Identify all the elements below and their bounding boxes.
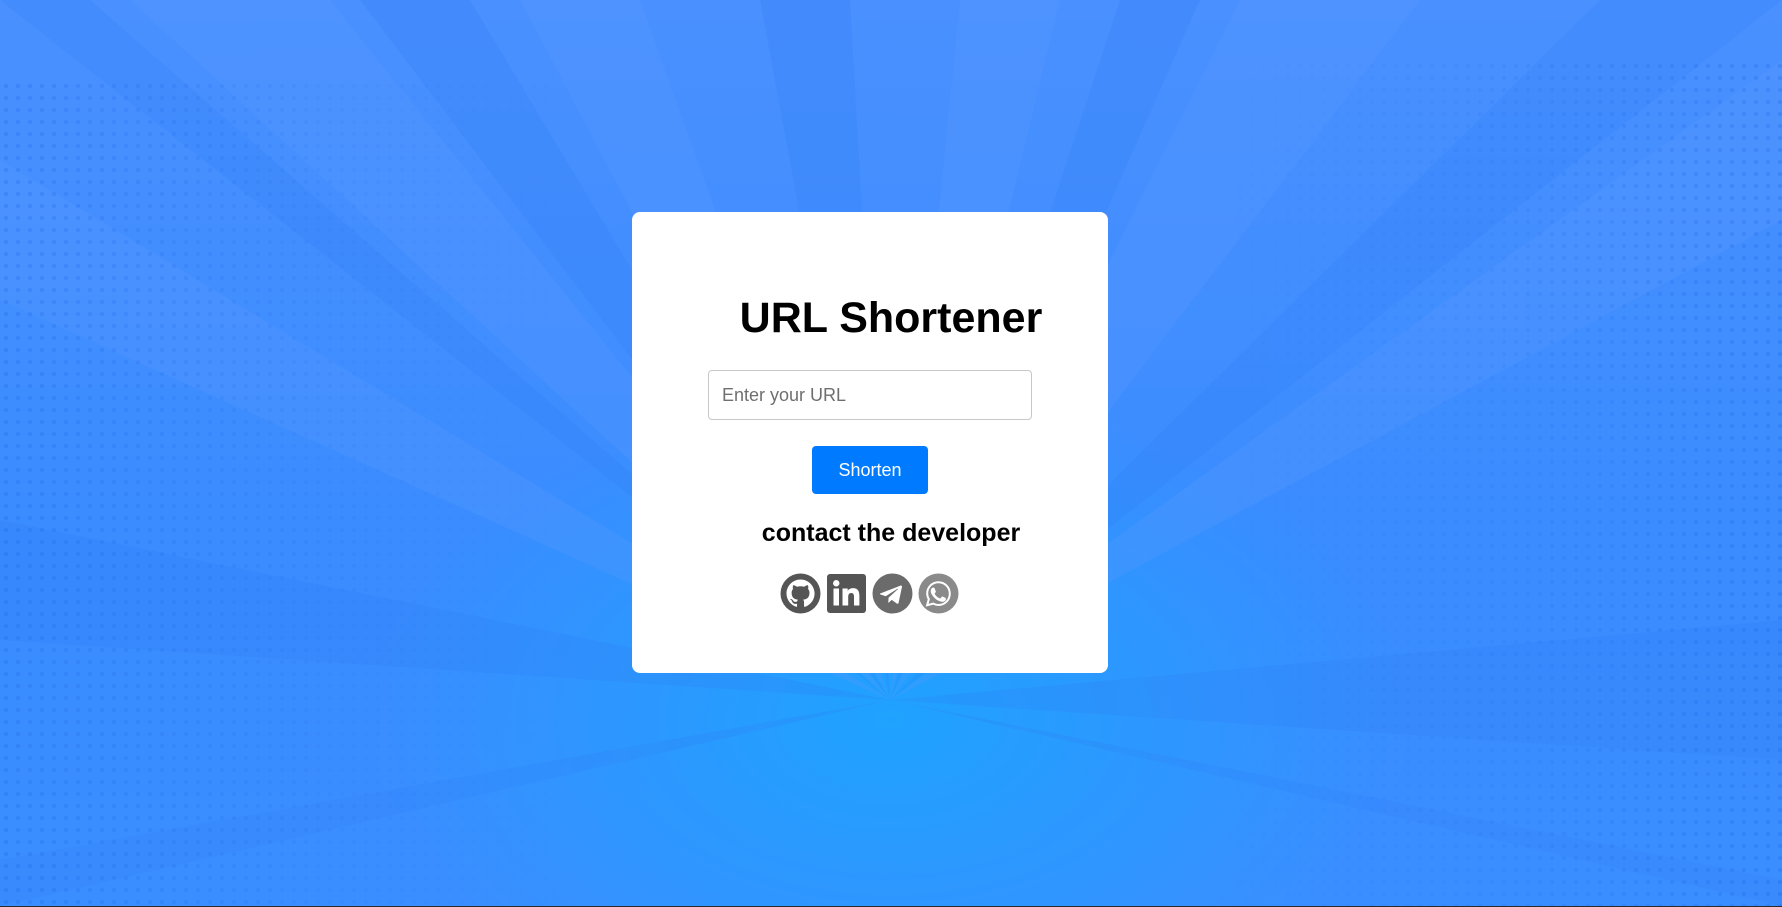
page-title: URL Shortener [739,294,1043,342]
whatsapp-icon [918,573,959,614]
github-link[interactable] [780,573,821,614]
halftone-pattern-right [1222,60,1782,906]
telegram-icon [872,573,913,614]
whatsapp-link[interactable] [918,573,959,614]
halftone-pattern-left [0,80,560,906]
linkedin-link[interactable] [826,573,867,614]
telegram-link[interactable] [872,573,913,614]
shortener-card [632,212,1108,673]
github-icon [780,573,821,614]
url-input[interactable] [708,370,1032,420]
shorten-button[interactable]: Shorten [812,446,928,494]
linkedin-icon [827,574,866,613]
contact-heading: contact the developer [761,519,1021,547]
